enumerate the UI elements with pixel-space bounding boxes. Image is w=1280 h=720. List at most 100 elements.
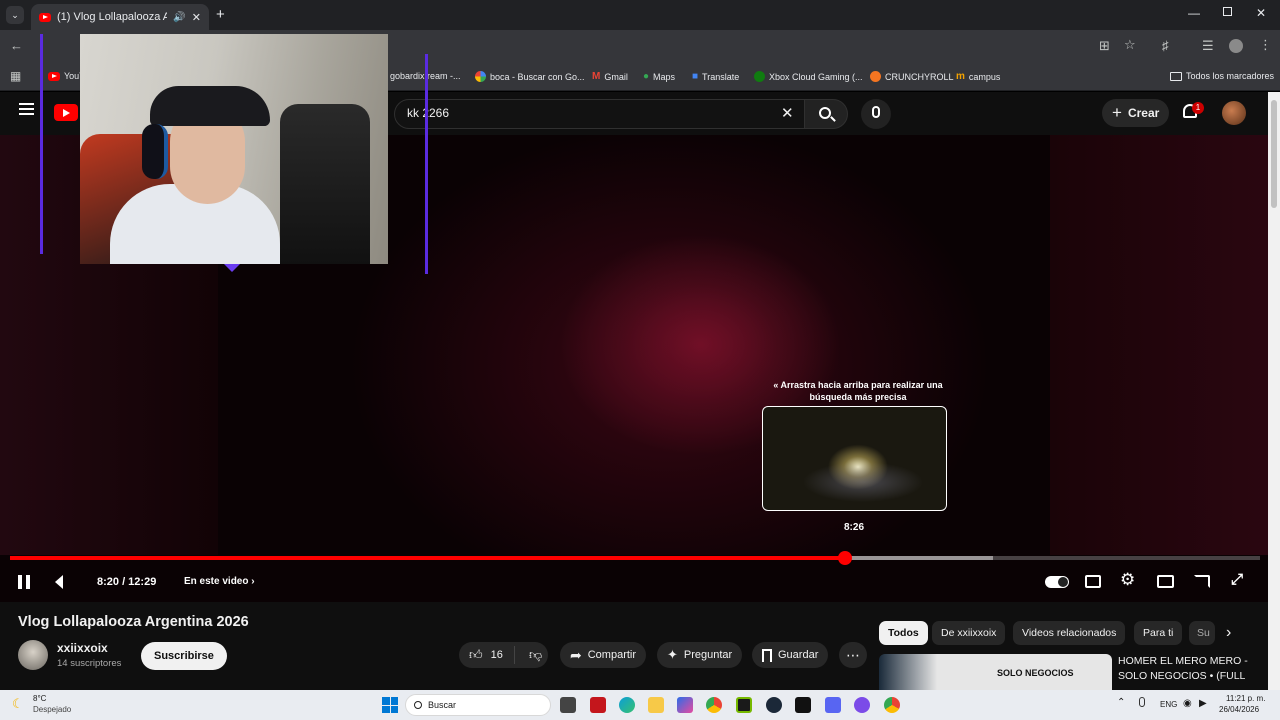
steam-icon[interactable] [766, 697, 782, 713]
maps-pin-icon: ● [643, 71, 650, 82]
volume-button[interactable] [55, 575, 63, 592]
voice-search-button[interactable] [861, 99, 891, 129]
close-window-button[interactable]: ✕ [1256, 6, 1266, 20]
file-explorer-icon[interactable] [648, 697, 664, 713]
nvidia-icon[interactable] [736, 697, 752, 713]
hamburger-menu-icon[interactable] [19, 103, 34, 115]
cast-button[interactable] [1194, 575, 1210, 588]
subscriber-count: 14 suscriptores [57, 658, 122, 669]
clear-search-icon[interactable]: ✕ [781, 104, 794, 122]
volume-tray-icon[interactable]: ▶ [1199, 698, 1207, 709]
profile-avatar-icon[interactable] [1229, 39, 1243, 53]
media-controls-icon[interactable]: ☰ [1202, 38, 1214, 54]
microphone-icon [872, 106, 880, 118]
google-icon [475, 71, 486, 82]
progress-bar[interactable] [10, 551, 1260, 565]
channel-name[interactable]: xxiixxoix [57, 641, 108, 655]
bookmark-campus[interactable]: m campus [956, 71, 1000, 82]
autoplay-toggle[interactable] [1045, 576, 1069, 588]
weather-desc[interactable]: Despejado [33, 705, 71, 714]
microphone-tray-icon[interactable] [1139, 697, 1145, 707]
tab-title: (1) Vlog Lollapalooza Argentin [57, 11, 168, 23]
channel-avatar[interactable] [18, 640, 48, 670]
fullscreen-button[interactable]: ⤢ [1231, 571, 1243, 588]
audio-app-icon[interactable] [854, 697, 870, 713]
tray-chevron-icon[interactable]: ⌃ [1117, 697, 1125, 708]
bookmark-stream[interactable]: ream -... [427, 71, 461, 81]
edge-browser-icon[interactable] [619, 697, 635, 713]
theater-mode-button[interactable] [1157, 575, 1174, 588]
chip-for-you[interactable]: Para ti [1134, 621, 1183, 645]
pause-button[interactable] [18, 575, 30, 589]
minimize-window-button[interactable]: — [1188, 6, 1200, 20]
scrub-preview-time: 8:26 [843, 522, 864, 533]
search-button[interactable] [804, 99, 848, 129]
bookmark-boca[interactable]: boca - Buscar con Go... [475, 71, 585, 82]
all-bookmarks-folder[interactable]: Todos los marcadores [1170, 71, 1274, 81]
bookmark-xbox[interactable]: Xbox Cloud Gaming (... [754, 71, 863, 82]
xbox-icon [754, 71, 765, 82]
chip-from-channel[interactable]: De xxiixxoix [932, 621, 1006, 645]
task-view-icon[interactable] [560, 697, 576, 713]
tab-audio-icon[interactable]: 🔊 [173, 12, 185, 23]
weather-temp[interactable]: 8°C [33, 694, 46, 703]
subscribe-button[interactable]: Suscribirse [141, 642, 227, 670]
app-red-icon[interactable] [590, 697, 606, 713]
language-indicator[interactable]: ENG [1160, 700, 1177, 709]
thumbs-up-icon: 👍︎ [469, 647, 483, 662]
wifi-icon[interactable]: ◉ [1183, 698, 1192, 709]
chip-subscriptions[interactable]: Su [1189, 621, 1215, 645]
taskbar-search[interactable]: Buscar [405, 694, 551, 716]
page-scrollbar[interactable] [1268, 92, 1280, 690]
chip-all[interactable]: Todos [879, 621, 928, 645]
taskbar-time[interactable]: 11:21 p. m. [1226, 694, 1265, 703]
youtube-favicon-icon [39, 12, 51, 22]
chrome-menu-icon[interactable]: ⋮ [1259, 37, 1272, 53]
video-title: Vlog Lollapalooza Argentina 2026 [18, 614, 249, 630]
search-input[interactable]: kk 2266 [394, 99, 808, 129]
bookmark-gmail[interactable]: M Gmail [592, 71, 628, 82]
chrome-icon[interactable] [706, 697, 722, 713]
ask-button[interactable]: ✦ Preguntar [657, 642, 743, 668]
install-app-icon[interactable]: ⊞ [1099, 38, 1110, 54]
time-display: 8:20 / 12:29 [97, 576, 157, 588]
bookmark-crunchyroll[interactable]: CRUNCHYROLL [870, 71, 954, 82]
discord-icon[interactable] [825, 697, 841, 713]
subtitles-button[interactable] [1085, 575, 1101, 588]
share-button[interactable]: ➦ Compartir [560, 642, 647, 668]
share-arrow-icon: ➦ [570, 646, 582, 663]
bookmark-star-icon[interactable]: ☆ [1124, 37, 1136, 53]
save-button[interactable]: Guardar [752, 642, 829, 668]
extensions-icon[interactable]: ♯ [1162, 38, 1169, 53]
maximize-window-button[interactable] [1223, 7, 1232, 16]
tab-search-button[interactable]: ⌄ [6, 6, 24, 24]
progress-scrubber-handle[interactable] [838, 551, 852, 565]
settings-gear-icon[interactable]: ⚙ [1120, 570, 1135, 590]
folder-icon [1170, 71, 1182, 81]
account-avatar[interactable] [1222, 101, 1246, 125]
start-button[interactable] [382, 697, 398, 713]
back-arrow-icon[interactable]: ← [10, 38, 23, 53]
scrollbar-thumb[interactable] [1271, 100, 1277, 208]
chrome-active-icon[interactable] [884, 697, 900, 713]
tab-active[interactable]: (1) Vlog Lollapalooza Argentin 🔊 ✕ [31, 4, 209, 30]
taskbar-search-icon [414, 701, 422, 709]
chips-next-chevron-icon[interactable]: › [1226, 624, 1231, 642]
like-button[interactable]: 👍︎ 16 [459, 646, 515, 664]
tiktok-icon[interactable] [795, 697, 811, 713]
new-tab-button[interactable]: + [216, 6, 225, 23]
chapter-button[interactable]: En este video › [184, 576, 255, 587]
crunchyroll-icon [870, 71, 881, 82]
dislike-button[interactable]: 👎︎ [521, 647, 542, 663]
recommended-thumbnail[interactable]: SOLO NEGOCIOS [879, 654, 1112, 690]
bookmark-translate[interactable]: ■ Translate [692, 71, 739, 82]
apps-grid-icon[interactable]: ▦ [10, 69, 21, 83]
chip-related[interactable]: Videos relacionados [1013, 621, 1126, 645]
taskbar-date[interactable]: 26/04/2026 [1219, 705, 1259, 714]
copilot-icon[interactable] [677, 697, 693, 713]
tab-close-icon[interactable]: ✕ [192, 11, 201, 24]
bookmark-maps[interactable]: ● Maps [643, 71, 675, 82]
more-actions-button[interactable]: ⋯ [839, 642, 867, 668]
windows-taskbar: ☾ 8°C Despejado Buscar ⌃ ENG ◉ ▶ 11:21 p… [0, 690, 1280, 720]
create-button[interactable]: + Crear [1102, 99, 1170, 127]
